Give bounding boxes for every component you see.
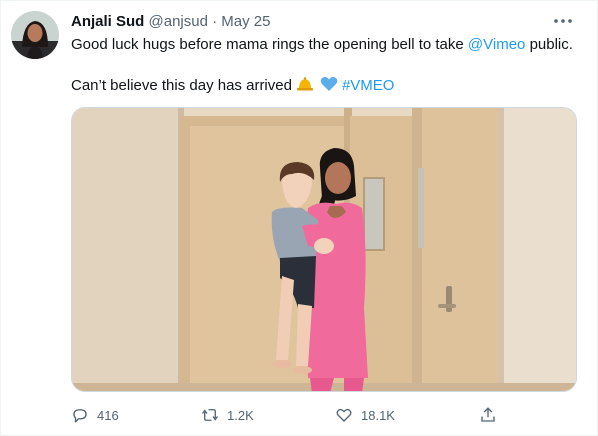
like-button[interactable]: 18.1K [335, 401, 395, 429]
tweet-text-prefix: Good luck hugs before mama rings the ope… [71, 36, 468, 53]
share-icon [481, 407, 495, 422]
share-button[interactable] [479, 401, 505, 429]
author-name[interactable]: Anjali Sud [71, 13, 144, 30]
retweet-count: 1.2K [227, 407, 254, 423]
tweet-text-line-1: Good luck hugs before mama rings the ope… [71, 35, 573, 55]
tweet-text-line2: Can’t believe this day has arrived [71, 77, 292, 94]
tweet-text-suffix: public. [525, 36, 573, 53]
reply-count: 416 [97, 407, 119, 423]
reply-button[interactable]: 416 [71, 401, 119, 429]
bell-emoji-icon [296, 77, 314, 91]
mention-link[interactable]: @Vimeo [468, 36, 525, 53]
heart-icon [336, 408, 352, 422]
blue-heart-emoji-icon [320, 76, 338, 92]
avatar[interactable] [11, 11, 59, 59]
tweet-card[interactable]: Anjali Sud @anjsud · May 25 Good luck hu… [0, 0, 598, 436]
more-options-icon[interactable] [551, 11, 575, 31]
tweet-date[interactable]: May 25 [221, 13, 270, 30]
reply-icon [73, 409, 87, 423]
author-handle[interactable]: @anjsud [149, 13, 208, 30]
tweet-photo[interactable] [71, 107, 577, 392]
separator-dot: · [212, 13, 218, 30]
retweet-icon [201, 409, 219, 421]
like-count: 18.1K [361, 407, 395, 423]
tweet-text-line-2: Can’t believe this day has arrived #VMEO [71, 76, 394, 96]
tweet-header: Anjali Sud @anjsud · May 25 [71, 13, 271, 31]
retweet-button[interactable]: 1.2K [201, 401, 254, 429]
hashtag-link[interactable]: #VMEO [342, 77, 395, 94]
action-bar: 416 1.2K 18.1K [63, 401, 503, 429]
